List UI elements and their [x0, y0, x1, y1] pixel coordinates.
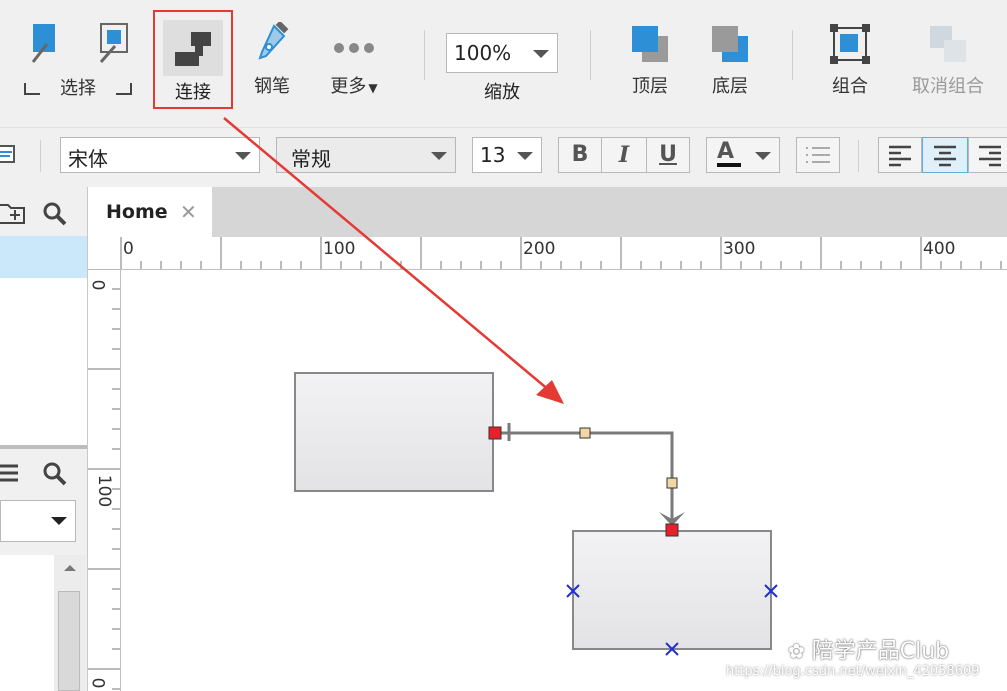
dropdown-caret-icon: ▼ — [368, 81, 378, 95]
font-style-value: 常规 — [291, 147, 331, 171]
pen-label: 钢笔 — [254, 76, 290, 97]
chevron-down-icon — [517, 152, 533, 160]
zoom-label: 缩放 — [484, 82, 520, 103]
tab-home[interactable]: Home ✕ — [88, 187, 212, 237]
italic-icon: I — [618, 142, 630, 168]
connector-mid-handle[interactable] — [579, 427, 591, 439]
underline-button[interactable]: U — [646, 137, 690, 173]
close-icon[interactable]: ✕ — [180, 200, 197, 224]
tab-home-label: Home — [106, 201, 168, 223]
font-color-button[interactable]: A — [706, 137, 780, 173]
ruler-label: 400 — [923, 239, 956, 259]
align-right-button[interactable] — [968, 137, 1007, 173]
align-center-button[interactable] — [922, 137, 968, 173]
bring-to-front-label: 顶层 — [632, 76, 668, 97]
library-select[interactable] — [0, 500, 76, 542]
ungroup-button[interactable]: 取消组合 — [898, 22, 998, 98]
more-label: 更多 — [330, 76, 367, 97]
chevron-down-icon — [235, 152, 251, 160]
ruler-label: 0 — [87, 677, 108, 689]
ungroup-label: 取消组合 — [912, 76, 984, 97]
watermark-brand: ✿ 陪学产品Club — [788, 633, 949, 665]
ruler-label: 0 — [123, 239, 134, 259]
select-icon — [31, 23, 128, 63]
send-to-back-icon — [712, 26, 748, 62]
align-right-icon — [979, 145, 1001, 167]
scrollbar[interactable] — [54, 555, 86, 691]
more-button[interactable]: 更多 ▼ — [322, 22, 386, 98]
library-list — [0, 555, 54, 691]
chevron-down-icon — [755, 152, 771, 160]
font-family-select[interactable]: 宋体 — [60, 137, 260, 173]
connection-points — [566, 584, 778, 656]
search-icon[interactable] — [42, 461, 68, 487]
design-canvas[interactable] — [121, 270, 1007, 691]
connector-end-handle[interactable] — [665, 523, 679, 537]
connector-layer — [488, 423, 778, 656]
font-size-select[interactable]: 13 — [472, 137, 542, 173]
zoom-combo[interactable]: 100% — [446, 33, 558, 73]
ruler-label: 100 — [94, 474, 115, 508]
ruler-label: 100 — [323, 239, 356, 259]
send-to-back-button[interactable]: 底层 — [700, 22, 760, 98]
wechat-icon: ✿ — [788, 639, 805, 663]
font-color-swatch — [717, 163, 741, 167]
ruler-label: 200 — [523, 239, 556, 259]
horizontal-ruler: 0 100 200 300 400 — [88, 237, 1007, 270]
connect-label: 连接 — [175, 82, 211, 103]
search-icon[interactable] — [42, 201, 68, 227]
watermark-brand-text: 陪学产品Club — [811, 639, 950, 664]
add-folder-icon[interactable] — [0, 201, 26, 225]
left-panel — [0, 187, 88, 691]
chevron-down-icon — [431, 152, 447, 160]
connector-line[interactable] — [494, 431, 674, 520]
pen-button[interactable]: 钢笔 — [248, 22, 296, 98]
bullet-list-button[interactable] — [796, 137, 840, 173]
connector-mid-handle[interactable] — [666, 477, 678, 489]
group-icon — [830, 24, 870, 64]
bold-icon: B — [571, 142, 589, 167]
more-dots-icon — [334, 43, 374, 53]
font-family-value: 宋体 — [68, 147, 108, 171]
ruler-label: 0 — [87, 279, 108, 291]
font-size-value: 13 — [480, 143, 506, 167]
vertical-ruler: 0 100 0 — [87, 269, 121, 691]
ungroup-icon — [930, 26, 966, 62]
format-bar: 宋体 常规 13 B I U A — [0, 127, 1007, 188]
panel-divider[interactable] — [0, 445, 87, 449]
main-toolbar: 选择 连接 钢笔 更多 ▼ 100% 缩放 顶层 底层 组合 取消组合 — [0, 0, 1007, 127]
connector-start-handle[interactable] — [488, 426, 502, 440]
italic-button[interactable]: I — [601, 137, 647, 173]
format-painter-icon[interactable] — [0, 142, 22, 170]
bullet-list-icon — [806, 147, 830, 163]
select-label: 选择 — [60, 78, 96, 99]
pen-icon — [258, 22, 289, 60]
align-left-button[interactable] — [878, 137, 922, 173]
align-left-icon — [889, 145, 911, 167]
tab-strip: Home ✕ — [88, 187, 1007, 237]
scroll-up-icon — [64, 565, 76, 571]
connect-button[interactable]: 连接 — [153, 10, 233, 109]
watermark-url: https://blog.csdn.net/weixin_42058609 — [726, 664, 980, 679]
bring-to-front-button[interactable]: 顶层 — [620, 22, 680, 98]
zoom-value: 100% — [454, 41, 512, 65]
align-center-icon — [934, 145, 956, 167]
selected-page-row[interactable] — [0, 236, 87, 278]
send-to-back-label: 底层 — [712, 76, 748, 97]
font-style-select[interactable]: 常规 — [276, 137, 456, 173]
chevron-down-icon — [533, 50, 549, 58]
menu-lines-icon[interactable] — [0, 463, 22, 483]
bold-button[interactable]: B — [558, 137, 602, 173]
sitemap-list — [0, 278, 87, 445]
chevron-down-icon — [51, 517, 67, 525]
connector-icon — [175, 32, 211, 66]
scroll-thumb[interactable] — [58, 591, 80, 691]
bring-to-front-icon — [632, 26, 668, 62]
select-button[interactable]: 选择 — [18, 22, 138, 100]
group-label: 组合 — [832, 76, 868, 97]
ruler-label: 300 — [723, 239, 756, 259]
group-button[interactable]: 组合 — [820, 22, 880, 98]
underline-icon: U — [659, 142, 677, 167]
